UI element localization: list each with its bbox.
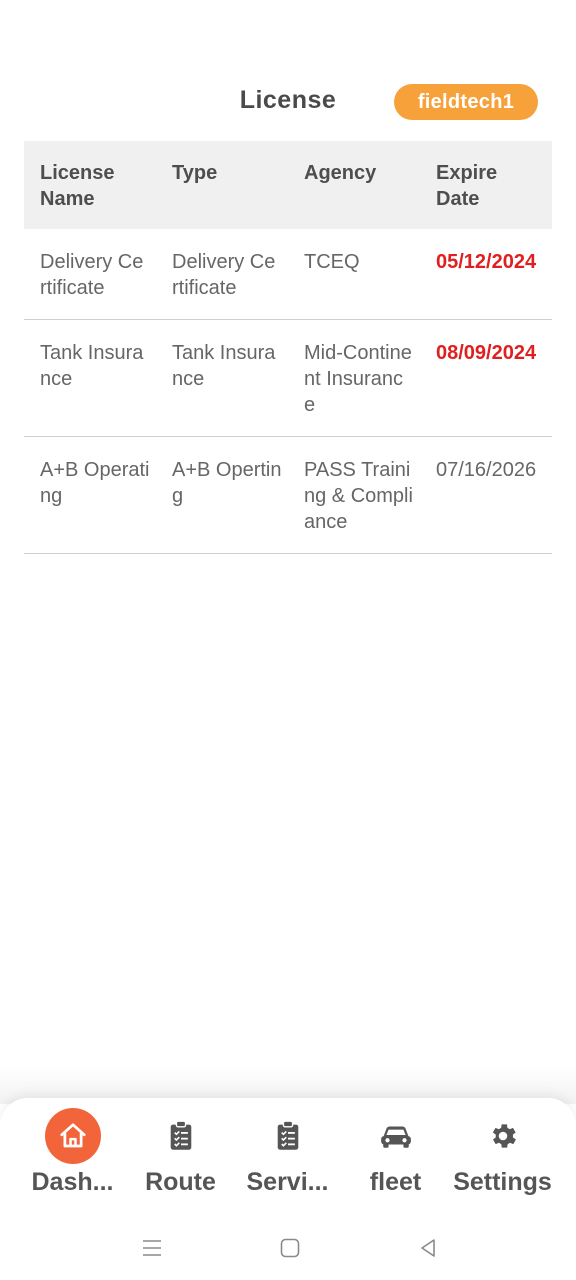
square-icon [280,1238,300,1258]
nav-active-indicator [44,1108,101,1164]
nav-label: fleet [369,1168,422,1196]
system-nav-bar [0,1218,576,1280]
nav-label: Settings [453,1168,552,1196]
license-screen: License fieldtech1 License Name Type Age… [0,0,576,1280]
home-button[interactable] [274,1232,306,1264]
nav-icon-wrap [260,1108,316,1164]
cell-agency: TCEQ [304,251,360,273]
nav-label: Servi... [246,1168,329,1196]
nav-item-settings[interactable]: Settings [445,1108,560,1208]
cell-expire-date: 05/12/2024 [436,251,537,273]
table-row[interactable]: Delivery Certificate Delivery Certificat… [24,229,552,320]
license-table: License Name Type Agency Expire Date Del… [24,141,552,554]
nav-item-fleet[interactable]: fleet [338,1108,453,1208]
nav-item-dashboard[interactable]: Dash... [15,1108,130,1208]
column-header-expire-date: Expire Date [436,162,498,210]
nav-item-route[interactable]: Route [123,1108,238,1208]
nav-icon-wrap [475,1108,531,1164]
table-header: License Name Type Agency Expire Date [24,141,552,229]
back-triangle-icon [421,1239,435,1257]
nav-label: Route [145,1168,216,1196]
back-button[interactable] [412,1232,444,1264]
bottom-nav: Dash... Route Servi... fleet Settings [0,1098,576,1218]
column-header-agency: Agency [304,162,377,184]
clipboard-icon [277,1120,298,1150]
header: License fieldtech1 [0,82,576,122]
menu-icon [143,1240,161,1256]
table-row[interactable]: Tank Insurance Tank Insurance Mid-Contin… [24,320,552,437]
nav-icon-wrap [153,1108,209,1164]
gear-icon [492,1124,516,1148]
cell-expire-date: 07/16/2026 [436,459,537,481]
nav-label: Dash... [31,1168,114,1196]
cell-type: A+B Operting [172,459,282,507]
nav-item-service[interactable]: Servi... [230,1108,345,1208]
cell-license-name: Delivery Certificate [40,251,144,299]
column-header-type: Type [172,162,218,184]
column-header-license-name: License Name [40,162,115,210]
recent-apps-button[interactable] [136,1232,168,1264]
cell-type: Tank Insurance [172,342,276,390]
clipboard-icon [170,1120,191,1150]
home-icon [59,1123,86,1148]
cell-agency: PASS Training & Compliance [304,459,413,533]
table-row[interactable]: A+B Operating A+B Operting PASS Training… [24,437,552,554]
user-badge[interactable]: fieldtech1 [394,84,538,120]
nav-icon-wrap [368,1108,424,1164]
cell-license-name: Tank Insurance [40,342,144,390]
cell-type: Delivery Certificate [172,251,276,299]
car-icon [380,1126,411,1148]
cell-license-name: A+B Operating [40,459,150,507]
cell-agency: Mid-Continent Insurance [304,342,412,416]
cell-expire-date: 08/09/2024 [436,342,537,364]
